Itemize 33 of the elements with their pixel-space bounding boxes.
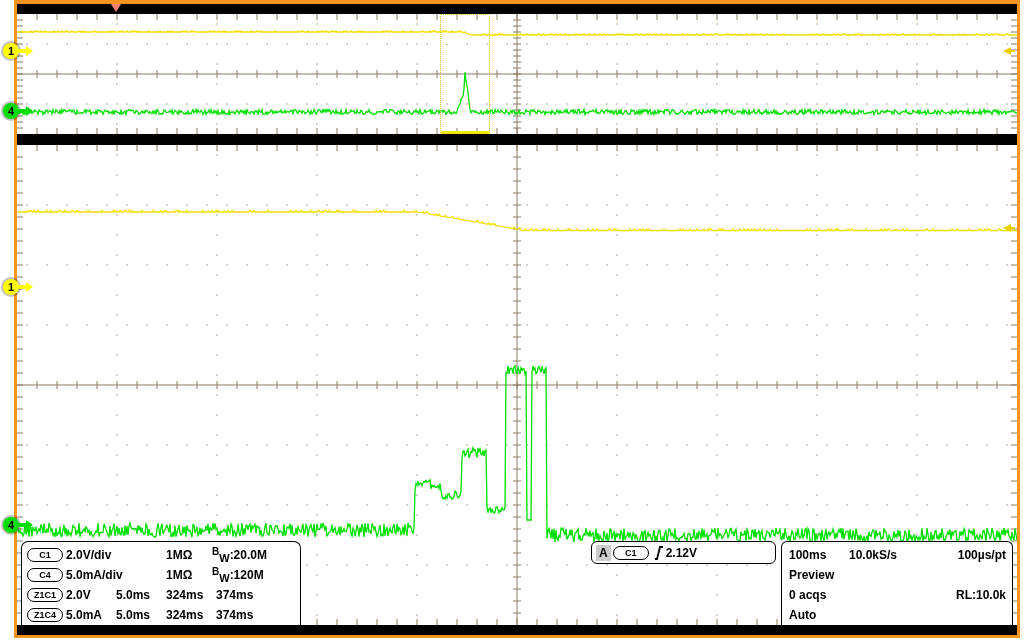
readout-text: 1MΩ bbox=[166, 548, 194, 562]
arrow-icon bbox=[1003, 224, 1015, 232]
readout-text: Preview bbox=[789, 568, 835, 582]
readout-text: RL:10.0k bbox=[955, 588, 1006, 602]
readout-text: 2.0V/div bbox=[66, 548, 113, 562]
trigger-mode-label: A bbox=[596, 544, 611, 561]
arrow-icon bbox=[19, 106, 33, 116]
arrow-icon bbox=[19, 520, 33, 530]
readout-text: 100µs/pt bbox=[957, 548, 1006, 562]
rising-edge-icon bbox=[653, 545, 664, 560]
readout-text: 100ms bbox=[789, 548, 828, 562]
readout-text: 324ms bbox=[166, 608, 205, 622]
readout-text: 5.0ms bbox=[116, 608, 152, 622]
readout-text: Auto bbox=[789, 608, 817, 622]
trigger-position-icon bbox=[111, 4, 121, 12]
readout-text: 5.0mA bbox=[66, 608, 104, 622]
readout-text: 0 acqs bbox=[789, 588, 828, 602]
readout-text: 2.0V bbox=[66, 588, 92, 602]
readout-text: 10.0kS/s bbox=[849, 548, 899, 562]
readout-text: 1MΩ bbox=[166, 568, 194, 582]
channel-marker[interactable]: 1 bbox=[3, 43, 19, 59]
channel-marker[interactable]: 4 bbox=[3, 517, 19, 533]
readout-text: 324ms bbox=[166, 588, 205, 602]
arrow-icon bbox=[19, 46, 33, 56]
arrow-icon bbox=[1003, 47, 1015, 55]
readout-text: 374ms bbox=[216, 608, 255, 622]
channel-marker[interactable]: 4 bbox=[3, 103, 19, 119]
readout-text: 5.0ms bbox=[116, 588, 152, 602]
readout-text: 374ms bbox=[216, 588, 255, 602]
arrow-icon bbox=[19, 282, 33, 292]
readout-text: 2.12V bbox=[665, 545, 698, 560]
channel-marker[interactable]: 1 bbox=[3, 279, 19, 295]
readout-text: 5.0mA/div bbox=[66, 568, 124, 582]
